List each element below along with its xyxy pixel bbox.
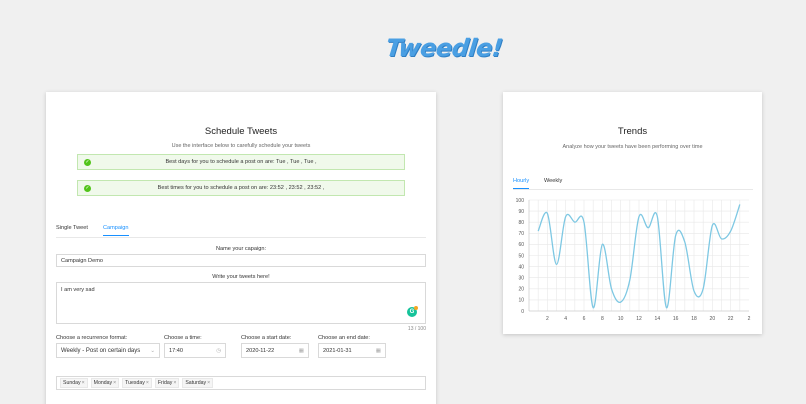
end-date-label: Choose an end date: [318,335,370,341]
time-label: Choose a time: [164,335,202,341]
schedule-subtitle: Use the interface below to carefully sch… [171,143,311,149]
x-tick-label: 20 [710,316,716,322]
campaign-name-input[interactable]: Campaign Demo [56,254,426,267]
hourly-trend-chart: 01020304050607080901002 4 6 8 10 12 14 16 18 20 22… [516,198,751,322]
start-date-label: Choose a start date: [241,335,292,341]
calendar-icon: ▦ [375,347,381,354]
days-multiselect[interactable]: Sunday× Monday× Tuesday× Friday× Saturda… [56,376,426,390]
recurrence-value: Weekly - Post on certain days [61,347,141,354]
char-counter: 13 / 100 [407,326,426,332]
x-tick-label: 2 [546,316,549,322]
x-tick-label: 14 [655,316,661,322]
day-tag[interactable]: Tuesday× [122,378,152,388]
y-tick-label: 100 [516,198,525,204]
day-tag[interactable]: Friday× [154,378,180,388]
time-value: 17:40 [169,347,183,354]
tab-single-tweet[interactable]: Single Tweet [56,225,88,235]
recurrence-label: Choose a recurrence format: [56,335,128,341]
clock-icon: ◷ [216,347,221,354]
end-date-picker[interactable]: 2021-01-31 ▦ [318,343,386,358]
x-tick-label: 10 [618,316,624,322]
best-days-text: Best days for you to schedule a post on … [165,159,317,165]
close-icon[interactable]: × [82,380,85,386]
x-tick-label: 18 [691,316,697,322]
y-tick-label: 40 [518,264,524,270]
time-picker[interactable]: 17:40 ◷ [164,343,226,358]
start-date-picker[interactable]: 2020-11-22 ▦ [241,343,309,358]
day-tag[interactable]: Saturday× [182,378,214,388]
close-icon[interactable]: × [207,380,210,386]
x-tick-label: 22 [728,316,734,322]
x-tick-label: 12 [636,316,642,322]
chevron-down-icon: ⌄ [150,347,155,354]
schedule-tabs: Single Tweet Campaign [56,225,426,238]
tweet-textarea[interactable]: I am very sad [56,282,426,324]
end-date-value: 2021-01-31 [323,347,352,354]
y-tick-label: 20 [518,287,524,293]
start-date-value: 2020-11-22 [246,347,275,354]
x-tick-label: 4 [564,316,567,322]
x-tick-label: 2 [748,316,751,322]
campaign-name-label: Name your capaign: [215,246,267,252]
schedule-card: Schedule Tweets Use the interface below … [46,92,436,404]
grammarly-badge-icon [414,306,418,310]
x-tick-label: 16 [673,316,679,322]
day-tag[interactable]: Sunday× [60,378,88,388]
best-times-text: Best times for you to schedule a post on… [157,185,325,191]
close-icon[interactable]: × [113,380,116,386]
app-logo: Tweedle! [384,34,504,62]
day-tag[interactable]: Monday× [90,378,120,388]
best-days-alert: ✓ Best days for you to schedule a post o… [77,154,405,170]
y-tick-label: 60 [518,242,524,248]
close-icon[interactable]: × [146,380,149,386]
y-tick-label: 0 [521,309,524,315]
y-tick-label: 80 [518,220,524,226]
y-tick-label: 10 [518,298,524,304]
recurrence-select[interactable]: Weekly - Post on certain days ⌄ [56,343,160,358]
y-tick-label: 30 [518,276,524,282]
y-tick-label: 50 [518,253,524,259]
check-circle-icon: ✓ [84,185,91,192]
schedule-title: Schedule Tweets [204,126,278,137]
tweets-label: Write your tweets here! [212,274,270,280]
tab-campaign[interactable]: Campaign [103,225,129,236]
best-times-alert: ✓ Best times for you to schedule a post … [77,180,405,196]
y-tick-label: 90 [518,209,524,215]
x-tick-label: 6 [583,316,586,322]
y-tick-label: 70 [518,231,524,237]
close-icon[interactable]: × [173,380,176,386]
check-circle-icon: ✓ [84,159,91,166]
trends-card: Trends Analyze how your tweets have been… [503,92,762,334]
x-tick-label: 8 [601,316,604,322]
calendar-icon: ▦ [298,347,304,354]
